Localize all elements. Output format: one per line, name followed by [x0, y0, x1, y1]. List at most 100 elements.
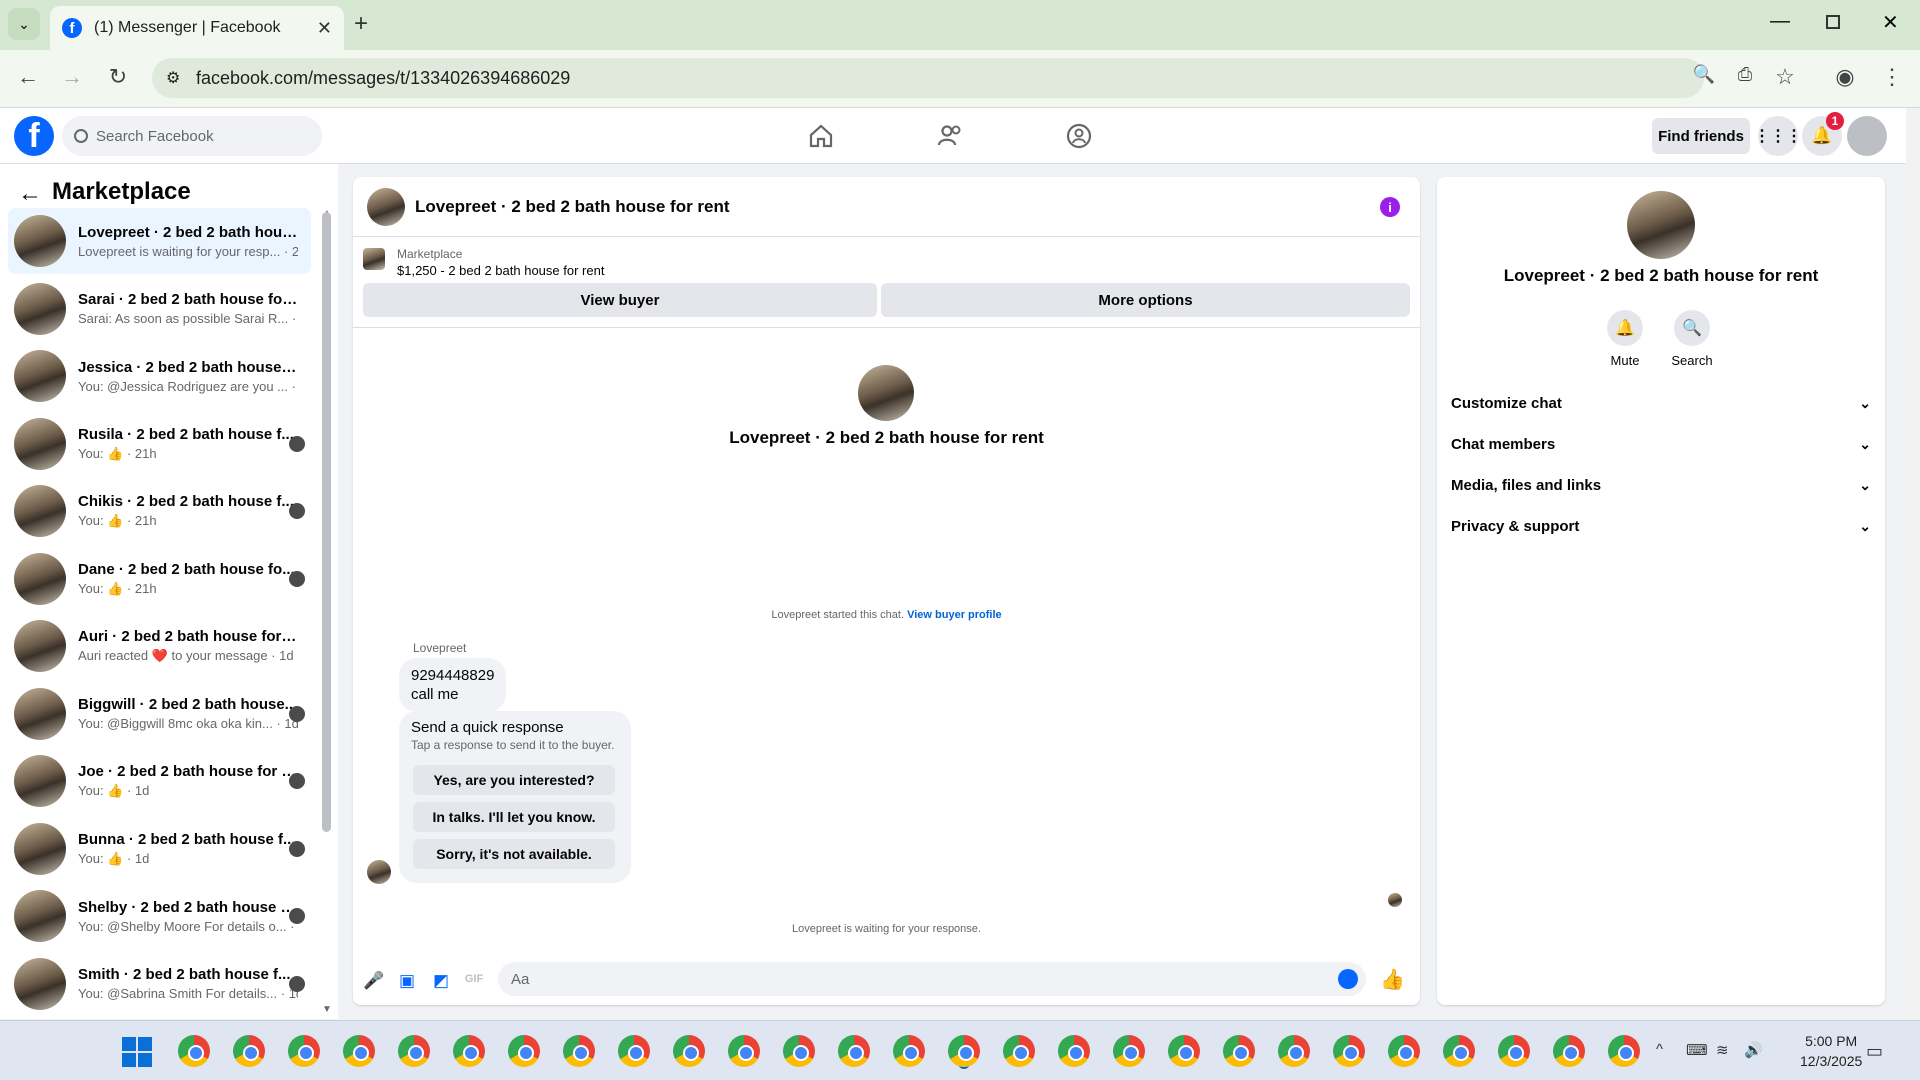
- notification-center-icon[interactable]: ▭: [1866, 1041, 1883, 1062]
- chrome-profile-icon[interactable]: [838, 1035, 870, 1067]
- back-icon[interactable]: ←: [14, 64, 42, 90]
- menu-grid-button[interactable]: ⋮⋮⋮: [1754, 116, 1802, 156]
- more-options-button[interactable]: More options: [881, 283, 1410, 317]
- chrome-profile-icon[interactable]: [1003, 1035, 1035, 1067]
- conversation-item[interactable]: Sarai · 2 bed 2 bath house for r... Sarai…: [8, 276, 311, 342]
- url-field[interactable]: ⚙ facebook.com/messages/t/13340263946860…: [152, 58, 1704, 98]
- search-facebook-input[interactable]: Search Facebook: [62, 116, 322, 156]
- message-input[interactable]: Aa: [498, 962, 1366, 996]
- chrome-profile-icon[interactable]: [1113, 1035, 1145, 1067]
- chat-avatar[interactable]: [367, 187, 405, 226]
- message-bubble[interactable]: 9294448829 call me: [399, 658, 507, 712]
- profile-icon[interactable]: ◉: [1831, 64, 1859, 90]
- conversation-item[interactable]: Joe · 2 bed 2 bath house for r... You: 👍 …: [8, 748, 311, 814]
- chrome-profile-icon[interactable]: [893, 1035, 925, 1067]
- bookmark-star-icon[interactable]: ☆: [1771, 64, 1799, 90]
- chrome-profile-icon[interactable]: [343, 1035, 375, 1067]
- chat-members-section[interactable]: Chat members ⌄: [1451, 432, 1871, 456]
- conversation-item[interactable]: Shelby · 2 bed 2 bath house for... You: @…: [8, 883, 311, 949]
- sender-avatar[interactable]: [367, 860, 391, 884]
- menu-icon[interactable]: ⋮: [1878, 64, 1906, 90]
- gif-icon[interactable]: GIF: [464, 973, 484, 985]
- chrome-profile-icon[interactable]: [1498, 1035, 1530, 1067]
- conversation-item[interactable]: Smith · 2 bed 2 bath house f... You: @Sab…: [8, 951, 311, 1017]
- account-avatar[interactable]: [1847, 116, 1887, 156]
- wifi-icon[interactable]: ≋: [1716, 1041, 1729, 1059]
- chrome-profile-icon[interactable]: [1278, 1035, 1310, 1067]
- conversation-item[interactable]: Auri · 2 bed 2 bath house for rent Auri r…: [8, 613, 311, 679]
- chat-profile-avatar[interactable]: [858, 365, 914, 421]
- thumbs-up-icon[interactable]: 👍: [1380, 967, 1405, 992]
- microphone-icon[interactable]: 🎤: [363, 971, 384, 991]
- browser-tab-messenger[interactable]: f (1) Messenger | Facebook ✕: [50, 6, 344, 50]
- restore-icon[interactable]: [1826, 15, 1840, 29]
- chrome-profile-icon[interactable]: [1388, 1035, 1420, 1067]
- conversation-item[interactable]: Dane · 2 bed 2 bath house fo... You: 👍 · …: [8, 546, 311, 612]
- emoji-icon[interactable]: [1338, 969, 1358, 989]
- chrome-profile-icon[interactable]: [728, 1035, 760, 1067]
- zoom-icon[interactable]: 🔍: [1690, 64, 1718, 85]
- close-tab-icon[interactable]: ✕: [317, 18, 332, 39]
- site-info-icon[interactable]: ⚙: [166, 68, 180, 88]
- sticker-icon[interactable]: ◩: [431, 971, 451, 991]
- chrome-profile-icon[interactable]: [1443, 1035, 1475, 1067]
- facebook-logo-icon[interactable]: f: [14, 116, 54, 156]
- chrome-profile-icon[interactable]: [1223, 1035, 1255, 1067]
- mute-button[interactable]: 🔔 Mute: [1595, 310, 1655, 368]
- chrome-profile-icon[interactable]: [233, 1035, 265, 1067]
- chrome-profile-icon[interactable]: [673, 1035, 705, 1067]
- chrome-profile-icon[interactable]: [1553, 1035, 1585, 1067]
- forward-icon[interactable]: →: [58, 64, 86, 90]
- chrome-profile-icon[interactable]: [563, 1035, 595, 1067]
- install-app-icon[interactable]: ⎙: [1731, 64, 1759, 85]
- chrome-profile-icon[interactable]: [1168, 1035, 1200, 1067]
- chrome-profile-icon[interactable]: [1058, 1035, 1090, 1067]
- conversation-item[interactable]: Lovepreet · 2 bed 2 bath house ... Lovepr…: [8, 208, 311, 274]
- media-files-links-section[interactable]: Media, files and links ⌄: [1451, 473, 1871, 497]
- show-hidden-icons[interactable]: ^: [1656, 1041, 1663, 1058]
- conversation-item[interactable]: Rusila · 2 bed 2 bath house f... You: 👍 ·…: [8, 411, 311, 477]
- view-buyer-profile-link[interactable]: View buyer profile: [907, 609, 1002, 621]
- chrome-profile-icon[interactable]: [398, 1035, 430, 1067]
- chrome-profile-icon[interactable]: [948, 1035, 980, 1067]
- listing-thumbnail[interactable]: [363, 248, 385, 270]
- quick-response-yes-button[interactable]: Yes, are you interested?: [413, 765, 615, 795]
- conversation-item[interactable]: Biggwill · 2 bed 2 bath house... You: @Bi…: [8, 681, 311, 747]
- quick-response-not-available-button[interactable]: Sorry, it's not available.: [413, 839, 615, 869]
- chat-title[interactable]: Lovepreet · 2 bed 2 bath house for rent: [415, 197, 730, 217]
- customize-chat-section[interactable]: Customize chat ⌄: [1451, 391, 1871, 415]
- privacy-support-section[interactable]: Privacy & support ⌄: [1451, 514, 1871, 538]
- view-buyer-button[interactable]: View buyer: [363, 283, 877, 317]
- chrome-profile-icon[interactable]: [178, 1035, 210, 1067]
- conversation-item[interactable]: Bunna · 2 bed 2 bath house f... You: 👍 · …: [8, 816, 311, 882]
- taskbar-clock[interactable]: 5:00 PM 12/3/2025: [1800, 1031, 1862, 1071]
- chrome-profile-icon[interactable]: [618, 1035, 650, 1067]
- reload-icon[interactable]: ↻: [104, 64, 132, 90]
- find-friends-button[interactable]: Find friends: [1652, 118, 1750, 154]
- minimize-icon[interactable]: —: [1770, 10, 1790, 33]
- quick-response-in-talks-button[interactable]: In talks. I'll let you know.: [413, 802, 615, 832]
- scroll-down-icon[interactable]: ▼: [322, 1004, 332, 1015]
- conversation-scrollbar[interactable]: [322, 212, 331, 832]
- details-avatar[interactable]: [1627, 191, 1695, 259]
- chrome-profile-icon[interactable]: [1608, 1035, 1640, 1067]
- chrome-profile-icon[interactable]: [1333, 1035, 1365, 1067]
- info-icon[interactable]: i: [1380, 197, 1400, 217]
- windows-start-icon[interactable]: [122, 1037, 152, 1067]
- new-tab-button[interactable]: +: [354, 10, 368, 38]
- chrome-profile-icon[interactable]: [288, 1035, 320, 1067]
- page-scrollbar[interactable]: [1906, 108, 1920, 1020]
- tab-search-button[interactable]: ⌄: [8, 8, 40, 40]
- photo-icon[interactable]: ▣: [397, 971, 417, 991]
- friends-icon[interactable]: [936, 122, 964, 150]
- language-icon[interactable]: ⌨: [1686, 1041, 1708, 1059]
- conversation-item[interactable]: Chikis · 2 bed 2 bath house f... You: 👍 ·…: [8, 478, 311, 544]
- close-window-icon[interactable]: ✕: [1882, 10, 1899, 35]
- chrome-profile-icon[interactable]: [783, 1035, 815, 1067]
- conversation-item[interactable]: Jessica · 2 bed 2 bath house for... You: …: [8, 343, 311, 409]
- home-icon[interactable]: [807, 122, 835, 150]
- back-arrow-icon[interactable]: ←: [18, 180, 42, 208]
- groups-icon[interactable]: [1065, 122, 1093, 150]
- search-conversation-button[interactable]: 🔍 Search: [1662, 310, 1722, 368]
- volume-icon[interactable]: 🔊: [1744, 1041, 1763, 1059]
